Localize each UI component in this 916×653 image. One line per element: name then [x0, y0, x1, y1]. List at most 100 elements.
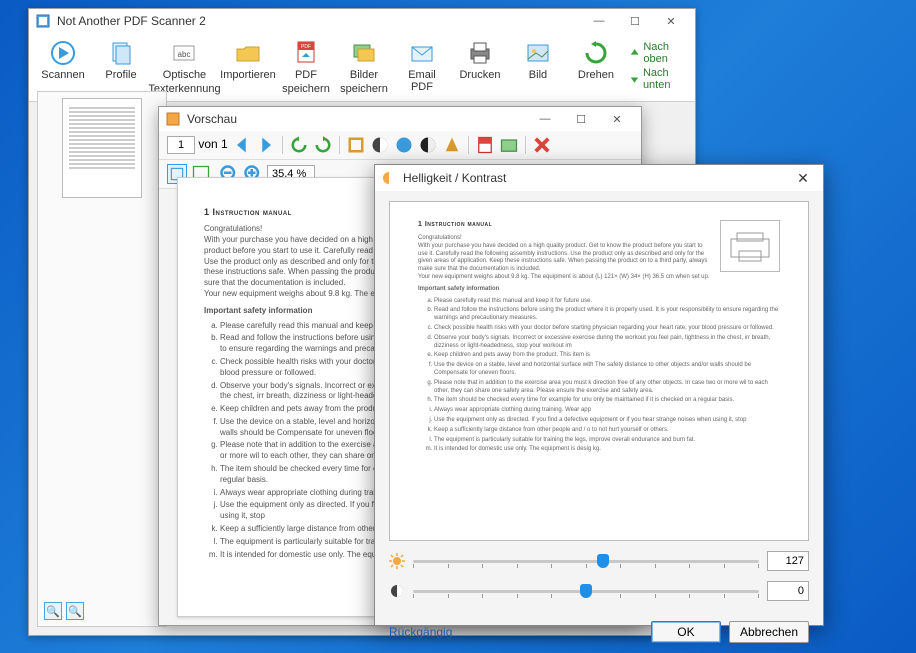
- picture-label: Bild: [529, 69, 547, 81]
- save-images-button[interactable]: Bilder speichern: [336, 37, 392, 97]
- picture-icon: [524, 39, 552, 67]
- brightness-slider[interactable]: [413, 552, 759, 570]
- doc-list-item: Observe your body's signals. Incorrect o…: [434, 335, 780, 351]
- doc-list-item: The equipment is particularly suitable f…: [434, 437, 780, 445]
- thumbnail-panel: 🔍 🔍: [37, 91, 167, 627]
- doc-list-item: Always wear appropriate clothing during …: [434, 407, 780, 415]
- profiles-label: Profile: [105, 69, 136, 81]
- preview-app-icon: [165, 111, 181, 127]
- contrast-slider-thumb[interactable]: [580, 584, 592, 598]
- doc-list-item: It is intended for domestic use only. Th…: [434, 446, 780, 454]
- page-of-label: von 1: [198, 137, 227, 151]
- delete-button[interactable]: [532, 135, 552, 155]
- doc-list-item: Use the device on a stable, level and ho…: [434, 362, 780, 378]
- app-icon: [35, 13, 51, 29]
- scan-button[interactable]: Scannen: [35, 37, 91, 83]
- doc-list-item: Please carefully read this manual and ke…: [434, 298, 780, 306]
- brightness-slider-thumb[interactable]: [597, 554, 609, 568]
- rotate-button[interactable]: Drehen: [568, 37, 624, 83]
- crop-button[interactable]: [346, 135, 366, 155]
- ocr-label-1: Optische: [163, 69, 206, 81]
- doc-list-item: Check possible health risks with your do…: [434, 325, 780, 333]
- next-page-button[interactable]: [256, 135, 276, 155]
- rotate-icon: [582, 39, 610, 67]
- printer-sketch-icon-small: [725, 229, 775, 263]
- import-icon: [234, 39, 262, 67]
- page-current-input[interactable]: [167, 136, 195, 154]
- arrow-down-icon: [630, 73, 639, 85]
- import-label: Importieren: [220, 69, 276, 81]
- svg-text:PDF: PDF: [301, 44, 311, 50]
- rotate-right-button[interactable]: [313, 135, 333, 155]
- dialog-preview: 1 Instruction manual Congratulations! Wi…: [389, 201, 809, 541]
- preview-titlebar: Vorschau — ☐ ✕: [159, 107, 641, 131]
- printer-icon: [466, 39, 494, 67]
- brightness-slider-row: [389, 551, 809, 571]
- pdf-label-1: PDF: [295, 69, 317, 81]
- preview-minimize-button[interactable]: —: [527, 109, 563, 129]
- doc-list-item: Keep a sufficiently large distance from …: [434, 427, 780, 435]
- images-icon: [350, 39, 378, 67]
- save-pdf-small-button[interactable]: [475, 135, 495, 155]
- dialog-icon: [381, 170, 397, 186]
- preview-toolbar: von 1: [159, 131, 641, 160]
- save-pdf-button[interactable]: PDF PDF speichern: [278, 37, 334, 97]
- brightness-contrast-button[interactable]: [370, 135, 390, 155]
- preview-maximize-button[interactable]: ☐: [563, 109, 599, 129]
- preview-title: Vorschau: [187, 112, 527, 126]
- picture-button[interactable]: Bild: [510, 37, 566, 83]
- print-button[interactable]: Drucken: [452, 37, 508, 83]
- dialog-close-button[interactable]: ✕: [789, 170, 817, 187]
- print-label: Drucken: [459, 69, 500, 81]
- doc-list-item: The item should be checked every time fo…: [434, 397, 780, 405]
- app-title: Not Another PDF Scanner 2: [57, 14, 581, 28]
- profiles-button[interactable]: Profile: [93, 37, 149, 83]
- thumbnail-zoom-controls: 🔍 🔍: [44, 602, 84, 620]
- revert-button[interactable]: Rückgängig: [389, 625, 452, 639]
- ok-button[interactable]: OK: [651, 621, 721, 643]
- contrast-value-input[interactable]: [767, 581, 809, 601]
- move-up-button[interactable]: Nach oben: [630, 41, 685, 65]
- email-icon: [408, 39, 436, 67]
- page-nav: von 1: [167, 136, 228, 154]
- brightness-icon: [389, 553, 405, 569]
- contrast-icon: [389, 583, 405, 599]
- doc-list-item: Use the equipment only as directed. If y…: [434, 417, 780, 425]
- contrast-slider[interactable]: [413, 582, 759, 600]
- arrow-up-icon: [630, 47, 639, 59]
- doc-list-item: Keep children and pets away from the pro…: [434, 352, 780, 360]
- thumb-zoom-in-button[interactable]: 🔍: [66, 602, 84, 620]
- doc-list-item: Please note that in addition to the exer…: [434, 380, 780, 396]
- minimize-button[interactable]: —: [581, 11, 617, 31]
- doc-illustration-box-small: [720, 220, 780, 272]
- prev-page-button[interactable]: [232, 135, 252, 155]
- pdf-label-2: speichern: [282, 83, 330, 95]
- svg-text:abc: abc: [178, 50, 191, 59]
- hue-button[interactable]: [394, 135, 414, 155]
- ocr-button[interactable]: abc Optische Texterkennung: [151, 37, 218, 97]
- page-thumbnail[interactable]: [62, 98, 142, 198]
- move-down-button[interactable]: Nach unten: [630, 67, 685, 91]
- scan-icon: [49, 39, 77, 67]
- email-pdf-button[interactable]: Email PDF: [394, 37, 450, 95]
- thumb-zoom-out-button[interactable]: 🔍: [44, 602, 62, 620]
- move-up-label: Nach oben: [643, 41, 685, 65]
- images-label-2: speichern: [340, 83, 388, 95]
- contrast-slider-row: [389, 581, 809, 601]
- blackwhite-button[interactable]: [418, 135, 438, 155]
- window-control-group: — ☐ ✕: [581, 11, 689, 31]
- maximize-button[interactable]: ☐: [617, 11, 653, 31]
- brightness-value-input[interactable]: [767, 551, 809, 571]
- dialog-content: 1 Instruction manual Congratulations! Wi…: [375, 191, 823, 611]
- ocr-icon: abc: [170, 39, 198, 67]
- save-image-small-button[interactable]: [499, 135, 519, 155]
- dialog-button-row: Rückgängig OK Abbrechen: [375, 611, 823, 653]
- import-button[interactable]: Importieren: [220, 37, 276, 83]
- rotate-left-button[interactable]: [289, 135, 309, 155]
- images-label-1: Bilder: [350, 69, 378, 81]
- cancel-button[interactable]: Abbrechen: [729, 621, 809, 643]
- sharpen-button[interactable]: [442, 135, 462, 155]
- email-label: Email PDF: [400, 69, 444, 93]
- close-window-button[interactable]: ✕: [653, 11, 689, 31]
- preview-close-button[interactable]: ✕: [599, 109, 635, 129]
